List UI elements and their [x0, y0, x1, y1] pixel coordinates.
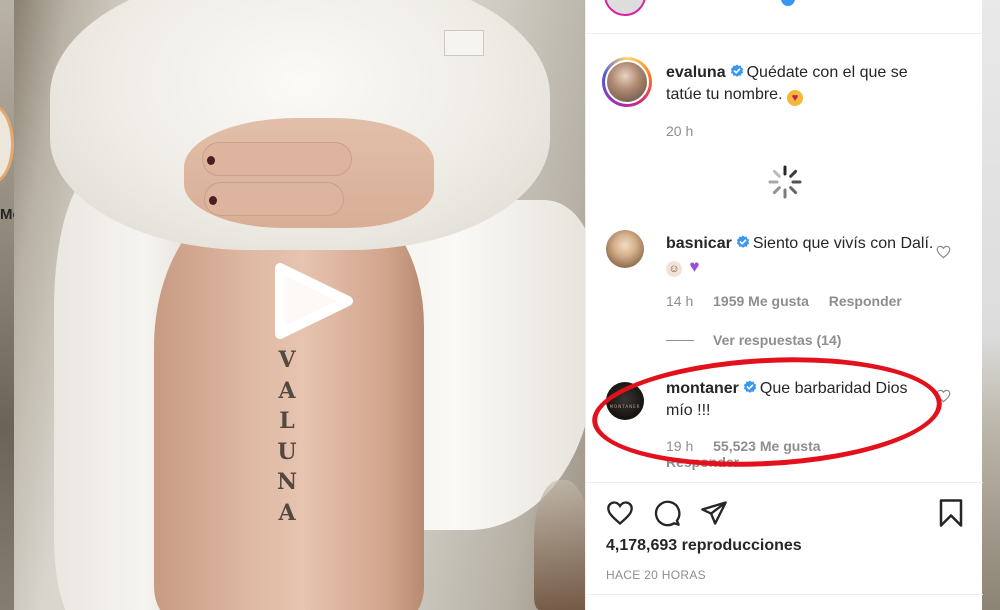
actions-divider: [586, 482, 983, 483]
heart-eyes-cat-emoji: ♥: [786, 90, 803, 106]
comment-time[interactable]: 14 h: [666, 293, 693, 309]
heart-icon: [607, 501, 633, 526]
tattoo-letter: N: [276, 469, 298, 495]
avatar-basnicar[interactable]: [606, 230, 644, 268]
comment-body: Siento que vivís con Dalí.: [752, 235, 934, 252]
caption-text: evaluna Quédate con el que se tatúe tu no…: [666, 62, 936, 106]
video-frame-glass: [534, 480, 585, 610]
caption-username[interactable]: evaluna: [666, 64, 726, 81]
comment-username[interactable]: basnicar: [666, 235, 732, 252]
post-header: [586, 0, 983, 34]
background-avatar: [0, 104, 14, 184]
tattoo-letter: U: [277, 438, 297, 465]
post-video[interactable]: V A L U N A: [14, 0, 585, 610]
tattoo-letter: V: [278, 347, 296, 373]
background-post-fragment-right: [982, 0, 1000, 610]
comment-like-heart-icon[interactable]: [936, 245, 951, 259]
video-frame-hand: [184, 118, 434, 228]
add-comment-area[interactable]: [586, 594, 983, 610]
video-frame-nail: [207, 156, 215, 165]
verified-badge-icon: [736, 235, 749, 248]
video-frame-finger: [204, 182, 344, 216]
caption-meta: 20 h: [666, 123, 709, 139]
comment-likes[interactable]: 1959 Me gusta: [713, 293, 809, 309]
loading-spinner-icon: [768, 165, 802, 199]
tattoo-letter: L: [279, 408, 295, 434]
comment-icon: [654, 500, 681, 527]
background-username-fragment: Me: [0, 206, 14, 223]
video-frame-patch: [444, 30, 484, 56]
replies-divider: [666, 340, 694, 341]
comment-meta: 14 h 1959 Me gusta Responder: [666, 293, 918, 309]
tattoo-letter: A: [278, 377, 296, 404]
bookmark-icon: [939, 499, 963, 527]
post-timestamp[interactable]: HACE 20 HORAS: [606, 568, 706, 582]
video-frame-finger: [202, 142, 352, 176]
comment-text: basnicar Siento que vivís con Dalí. ☺ ♥: [666, 233, 936, 277]
tattoo-letter: A: [278, 499, 296, 526]
share-button[interactable]: [699, 498, 729, 528]
video-frame-tattoo: V A L U N A: [269, 345, 305, 528]
play-button[interactable]: [266, 262, 356, 340]
paper-plane-icon: [701, 501, 727, 525]
view-replies-button[interactable]: Ver respuestas (14): [713, 332, 841, 348]
video-frame-nail: [209, 196, 217, 205]
play-icon: [275, 263, 353, 339]
purple-heart-emoji: ♥: [689, 257, 700, 276]
woman-emoji: ☺: [666, 261, 682, 277]
reply-button[interactable]: Responder: [829, 293, 902, 309]
verified-badge-icon: [730, 64, 743, 77]
header-avatar[interactable]: [604, 0, 646, 16]
comment-button[interactable]: [652, 498, 682, 528]
background-post-fragment: Me: [0, 0, 14, 610]
avatar-evaluna[interactable]: [602, 57, 652, 107]
avatar-image: [605, 60, 649, 104]
view-count[interactable]: 4,178,693 reproducciones: [606, 537, 802, 555]
caption-time[interactable]: 20 h: [666, 123, 693, 139]
post-details-panel: evaluna Quédate con el que se tatúe tu no…: [585, 0, 983, 610]
like-button[interactable]: [605, 498, 635, 528]
save-button[interactable]: [936, 498, 966, 528]
header-verified-badge-icon: [781, 0, 795, 6]
